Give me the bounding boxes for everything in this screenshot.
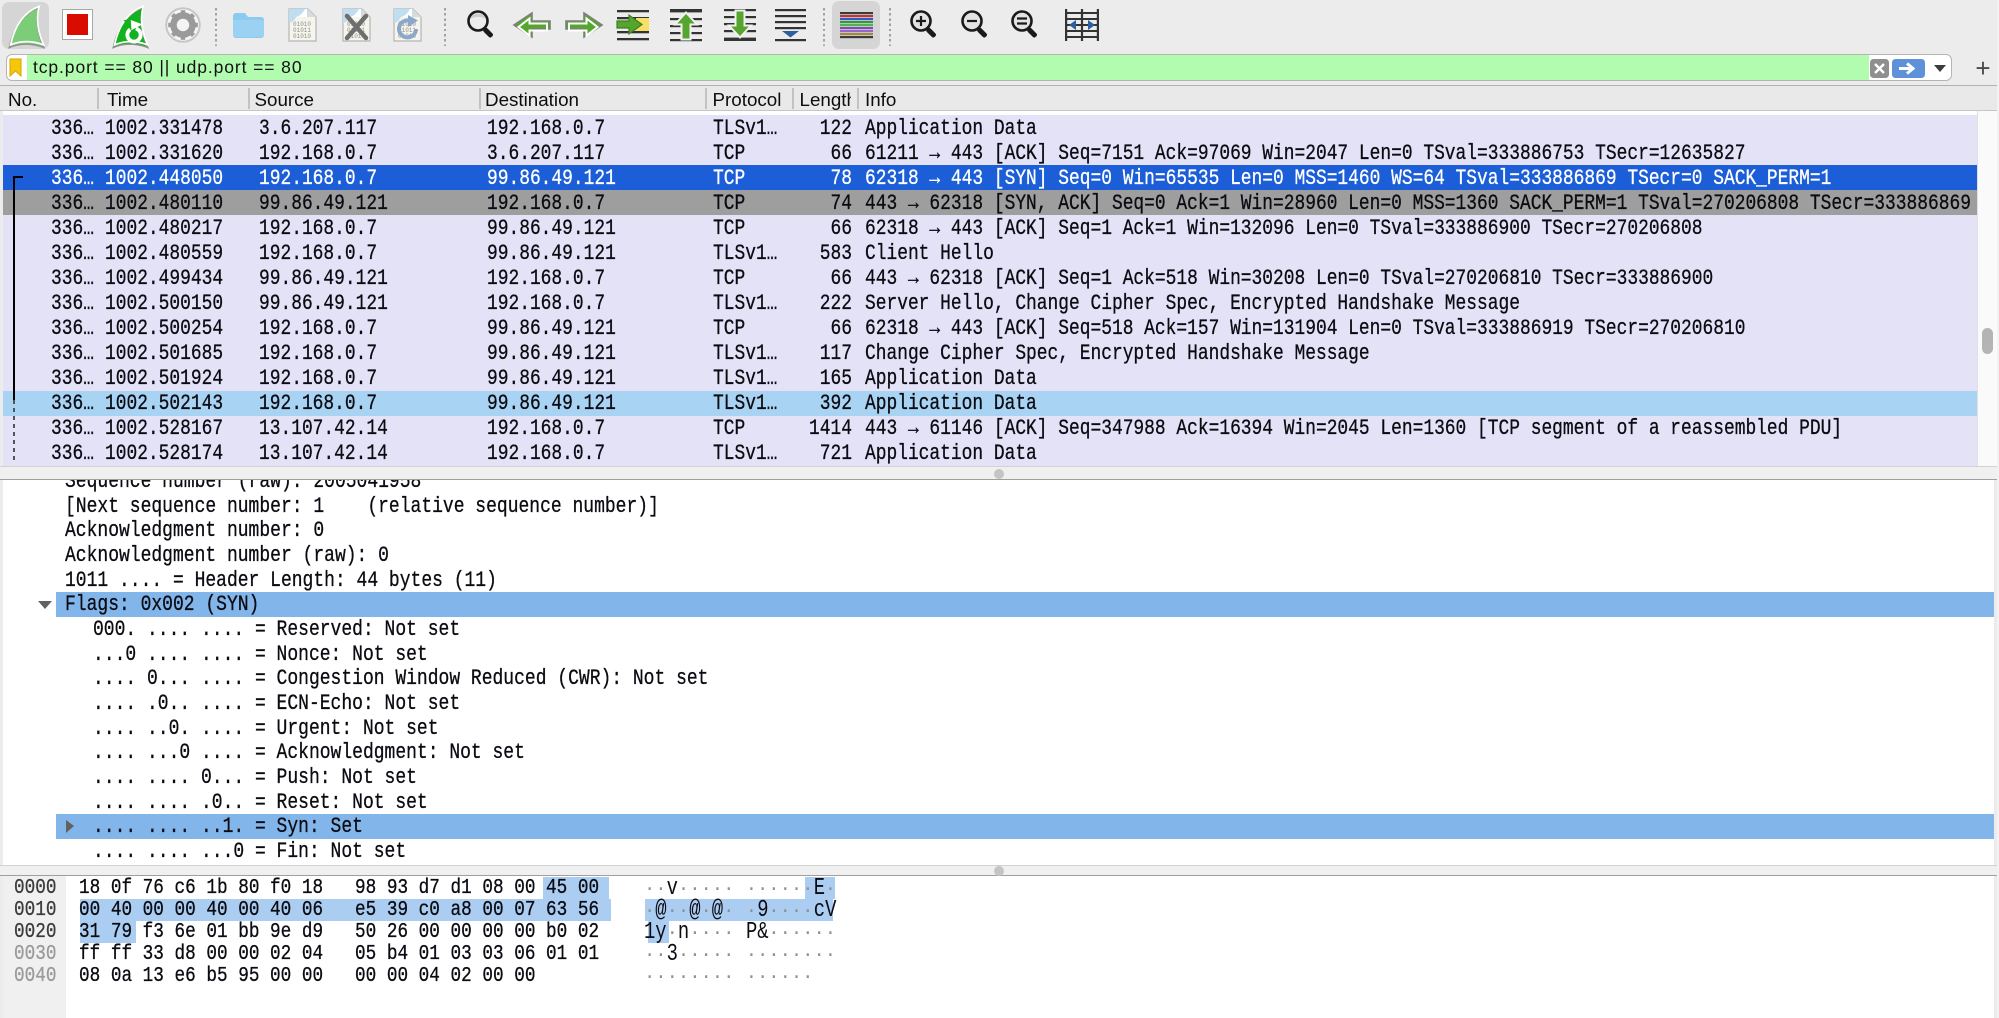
svg-text:01010: 01010 — [293, 33, 311, 40]
